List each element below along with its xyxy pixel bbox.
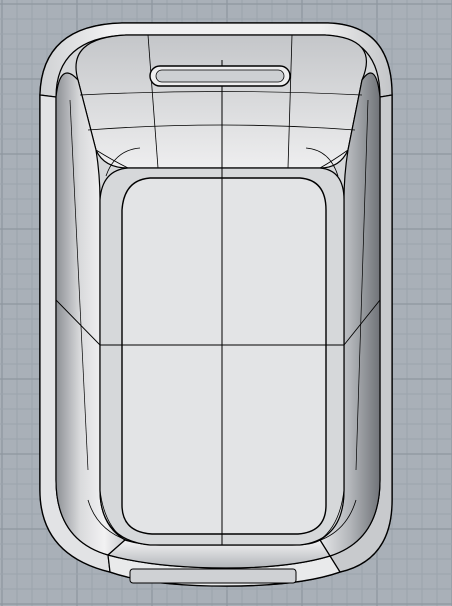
tray-floor [121, 177, 327, 535]
tray-model[interactable] [39, 22, 393, 587]
inner-wall-back [75, 34, 367, 169]
handle-slot-inner [155, 69, 285, 83]
rhino-perspective-viewport[interactable] [0, 0, 452, 606]
front-handle-recess [129, 568, 297, 584]
viewport-canvas[interactable] [0, 0, 452, 606]
